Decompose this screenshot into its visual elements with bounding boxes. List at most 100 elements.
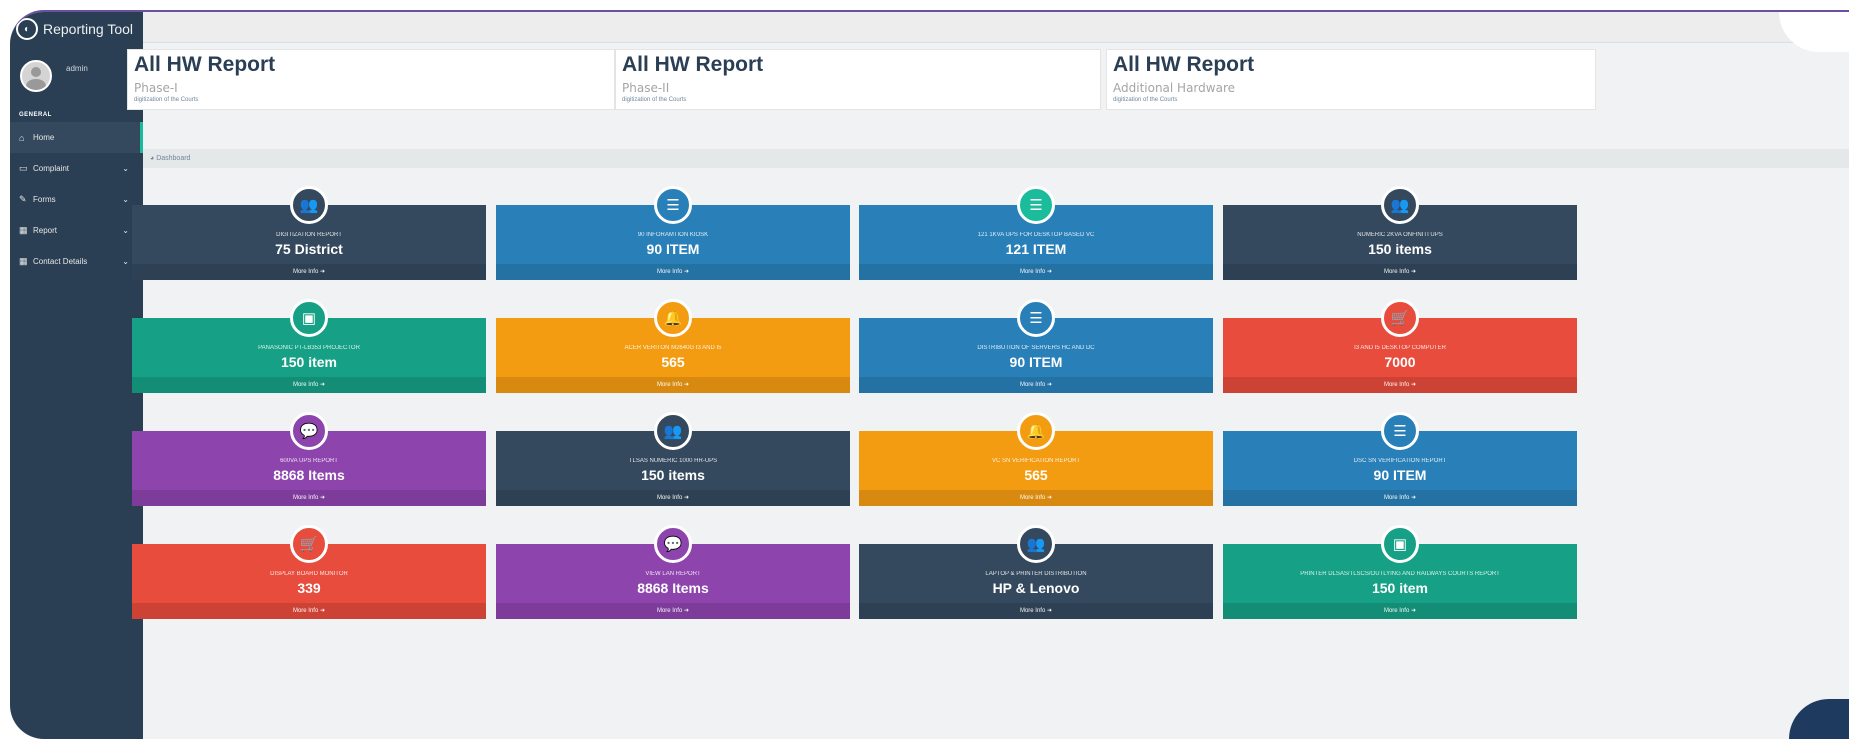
more-info-label: More Info: [1019, 495, 1046, 501]
tile-caption: DSC SN VERIFICATION REPORT: [1353, 458, 1447, 464]
app-title: Reporting Tool: [43, 21, 134, 37]
decorative-corner: [1789, 699, 1849, 739]
money-icon: ▣: [1381, 525, 1419, 563]
more-info-link[interactable]: More Info ➜: [496, 603, 850, 619]
more-info-label: More Info: [292, 608, 319, 614]
arrow-circle-right-icon: ➜: [1045, 495, 1053, 501]
more-info-link[interactable]: More Info ➜: [132, 264, 486, 280]
more-info-link[interactable]: More Info ➜: [496, 377, 850, 393]
chevron-down-icon: ⌄: [122, 164, 129, 173]
sidebar-item-forms[interactable]: ✎ Forms ⌄: [10, 184, 143, 215]
sidebar-item-contact-details[interactable]: ▦ Contact Details ⌄: [10, 246, 143, 277]
arrow-circle-right-icon: ➜: [1045, 608, 1053, 614]
stat-tile[interactable]: ☰ DSC SN VERIFICATION REPORT 90 ITEM More I…: [1223, 412, 1577, 506]
header-card: All HW Report Phase-I digitization of th…: [127, 49, 615, 110]
arrow-circle-right-icon: ➜: [1409, 269, 1417, 275]
more-info-link[interactable]: More Info ➜: [132, 603, 486, 619]
more-info-label: More Info: [292, 495, 319, 501]
tile-caption: VIEW LAN REPORT: [645, 571, 701, 577]
edit-icon: ✎: [19, 194, 27, 204]
more-info-link[interactable]: More Info ➜: [496, 264, 850, 280]
more-info-link[interactable]: More Info ➜: [132, 490, 486, 506]
more-info-link[interactable]: More Info ➜: [859, 490, 1213, 506]
header-subtitle: Additional Hardware: [1113, 81, 1235, 95]
server-icon: ☰: [1381, 412, 1419, 450]
tile-caption: PRINTER DLSAS/TLSCS/OUTLYING AND RAILWAY…: [1300, 571, 1500, 577]
header-title: All HW Report: [134, 53, 276, 76]
header-title: All HW Report: [1113, 53, 1255, 76]
more-info-link[interactable]: More Info ➜: [1223, 377, 1577, 393]
tile-caption: ACER VERITON M2640G I3 AND I5: [624, 345, 722, 351]
more-info-link[interactable]: More Info ➜: [859, 377, 1213, 393]
more-info-label: More Info: [1383, 608, 1410, 614]
arrow-circle-right-icon: ➜: [682, 495, 690, 501]
users-icon: 👥: [1381, 186, 1419, 224]
money-icon: ▣: [290, 299, 328, 337]
more-info-link[interactable]: More Info ➜: [1223, 490, 1577, 506]
stat-tile[interactable]: ☰ DISTRIBUTION OF SERVERS HC AND DC 90 ITE…: [859, 299, 1213, 393]
avatar[interactable]: [20, 60, 52, 92]
stat-tile[interactable]: 👥 NUMERIC 2KVA ONFINITI UPS 150 items More …: [1223, 186, 1577, 280]
tile-value: 90 ITEM: [1009, 354, 1063, 370]
more-info-link[interactable]: More Info ➜: [496, 490, 850, 506]
stat-tile[interactable]: 🛒 DISPLAY BOARD MONITOR 339 More Info ➜: [132, 525, 486, 619]
tile-value: 150 items: [1368, 241, 1432, 257]
decorative-corner: [1779, 12, 1849, 52]
tile-caption: 90 INFORAMTION KIOSK: [637, 232, 709, 238]
cart-icon: 🛒: [1381, 299, 1419, 337]
stat-tile[interactable]: 🔔 ACER VERITON M2640G I3 AND I5 565 More In…: [496, 299, 850, 393]
header-note: digitization of the Courts: [134, 97, 199, 103]
users-icon: 👥: [1017, 525, 1055, 563]
stat-tile[interactable]: 🛒 I3 AND I5 DESKTOP COMPUTER 7000 More Info…: [1223, 299, 1577, 393]
sidebar-section-title: GENERAL: [19, 112, 52, 118]
stat-tile[interactable]: 👥 TLSAS NUMERIC 1000 HR-UPS 150 items More …: [496, 412, 850, 506]
arrow-circle-right-icon: ➜: [318, 382, 326, 388]
stat-tile[interactable]: 👥 LAPTOP & PRINTER DISTRIBUTION HP & Lenov…: [859, 525, 1213, 619]
more-info-link[interactable]: More Info ➜: [1223, 264, 1577, 280]
brand[interactable]: ◐ Reporting Tool: [10, 12, 143, 46]
stat-tile[interactable]: 💬 600VA UPS REPORT 8868 Items More Info ➜: [132, 412, 486, 506]
home-icon: ⌂: [19, 132, 25, 143]
arrow-circle-right-icon: ➜: [318, 495, 326, 501]
more-info-link[interactable]: More Info ➜: [859, 603, 1213, 619]
more-info-link[interactable]: More Info ➜: [1223, 603, 1577, 619]
stat-tile[interactable]: ▣ PRINTER DLSAS/TLSCS/OUTLYING AND RAILWA…: [1223, 525, 1577, 619]
more-info-label: More Info: [1019, 608, 1046, 614]
tile-value: 150 item: [280, 354, 338, 370]
more-info-link[interactable]: More Info ➜: [859, 264, 1213, 280]
stat-tile[interactable]: ▣ PANASONIC PT-LB353 PROJECTOR 150 item Mor…: [132, 299, 486, 393]
stat-tile[interactable]: ☰ 90 INFORAMTION KIOSK 90 ITEM More Info ➜: [496, 186, 850, 280]
sidebar-item-complaint[interactable]: ▭ Complaint ⌄: [10, 153, 143, 184]
stat-tile[interactable]: ☰ 121 1KVA UPS FOR DESKTOP BASED VC 121 IT…: [859, 186, 1213, 280]
breadcrumb[interactable]: ◕ Dashboard: [143, 149, 1849, 168]
chevron-down-icon: ⌄: [122, 226, 129, 235]
more-info-label: More Info: [1019, 382, 1046, 388]
sidebar-item-label: Complaint: [33, 164, 70, 173]
users-icon: 👥: [654, 412, 692, 450]
header-note: digitization of the Courts: [622, 97, 687, 103]
more-info-label: More Info: [656, 608, 683, 614]
tile-value: 565: [1024, 467, 1048, 483]
sidebar-item-report[interactable]: ▦ Report ⌄: [10, 215, 143, 246]
tile-caption: DIGITIZATION REPORT: [276, 232, 342, 238]
tile-caption: 600VA UPS REPORT: [280, 458, 338, 464]
stat-tile[interactable]: 💬 VIEW LAN REPORT 8868 Items More Info ➜: [496, 525, 850, 619]
tile-value: 150 item: [1371, 580, 1429, 596]
arrow-circle-right-icon: ➜: [1045, 382, 1053, 388]
bell-icon: 🔔: [654, 299, 692, 337]
chevron-down-icon: ⌄: [122, 257, 129, 266]
more-info-link[interactable]: More Info ➜: [132, 377, 486, 393]
sidebar: ◐ Reporting Tool admin GENERAL ⌂ Home ▭ …: [10, 12, 143, 739]
stat-tile[interactable]: 🔔 VC SN VERIFICATION REPORT 565 More Info ➜: [859, 412, 1213, 506]
top-bar: ✉ ● adm: [143, 12, 1849, 43]
tile-value: 121 ITEM: [1005, 241, 1067, 257]
tile-caption: DISPLAY BOARD MONITOR: [270, 571, 348, 577]
tile-value: 150 items: [641, 467, 705, 483]
tile-value: HP & Lenovo: [992, 580, 1080, 596]
sidebar-item-home[interactable]: ⌂ Home: [10, 122, 143, 153]
tile-caption: 121 1KVA UPS FOR DESKTOP BASED VC: [977, 232, 1095, 238]
profile-username: admin: [66, 64, 88, 73]
table-icon: ▦: [19, 225, 28, 235]
comments-icon: 💬: [290, 412, 328, 450]
stat-tile[interactable]: 👥 DIGITIZATION REPORT 75 District More Info…: [132, 186, 486, 280]
